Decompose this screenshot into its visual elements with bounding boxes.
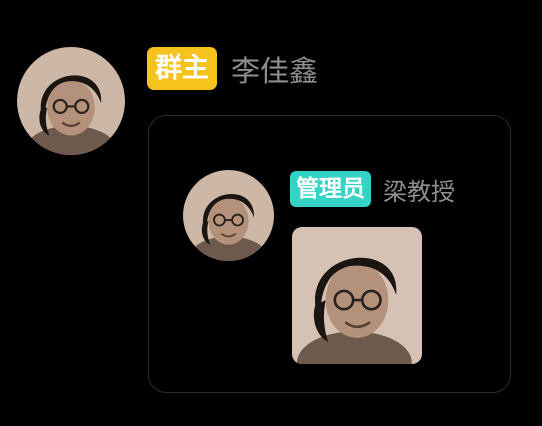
user-avatar-portrait-icon — [17, 47, 125, 155]
image-message[interactable] — [292, 227, 422, 364]
owner-avatar[interactable] — [17, 47, 125, 155]
owner-role-badge: 群主 — [147, 47, 217, 90]
owner-sender-name[interactable]: 李佳鑫 — [231, 48, 318, 90]
portrait-photo-icon — [292, 227, 422, 364]
user-avatar-portrait-icon — [183, 170, 274, 261]
admin-avatar[interactable] — [183, 170, 274, 261]
admin-role-badge: 管理员 — [290, 171, 371, 207]
chat-screen: 群主 李佳鑫 管理员 梁教授 — [0, 0, 542, 426]
admin-sender-name[interactable]: 梁教授 — [383, 172, 455, 207]
admin-name-row: 管理员 梁教授 — [290, 171, 455, 207]
owner-name-row: 群主 李佳鑫 — [147, 47, 318, 90]
